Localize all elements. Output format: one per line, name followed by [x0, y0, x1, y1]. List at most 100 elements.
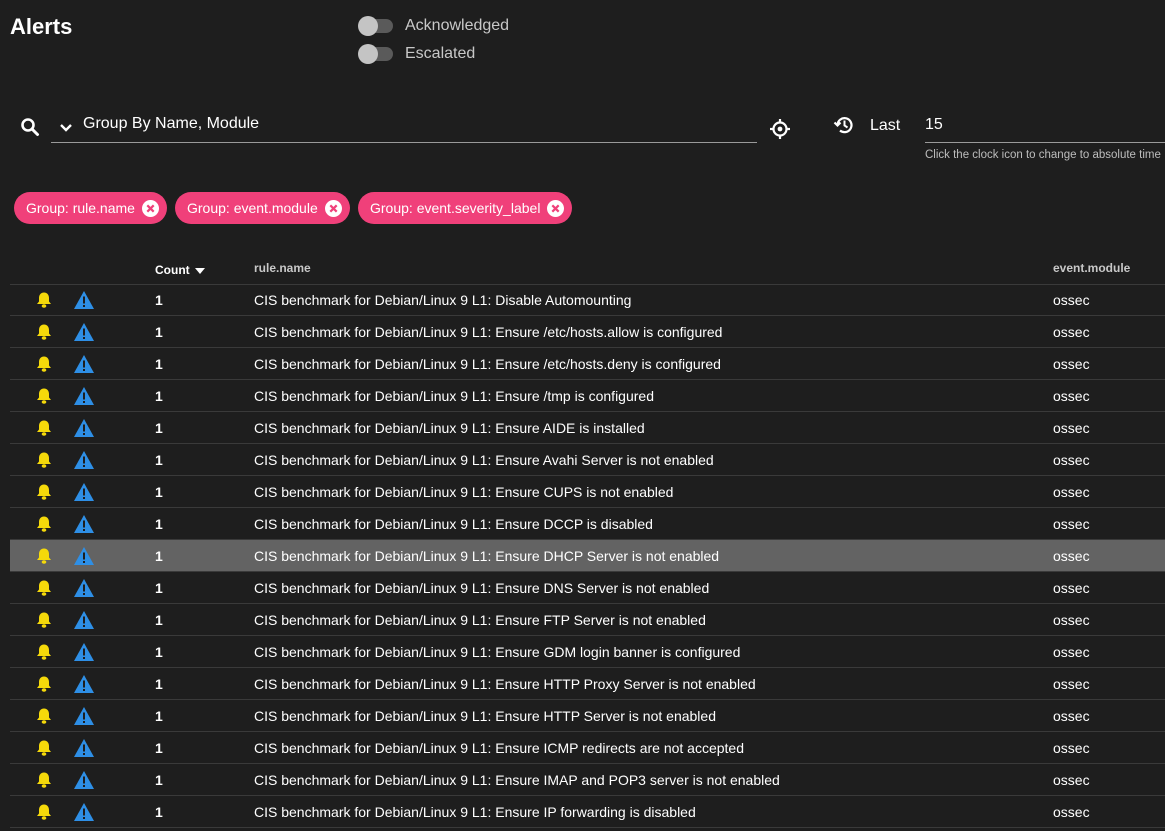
- table-row[interactable]: 1 CIS benchmark for Debian/Linux 9 L1: E…: [10, 380, 1165, 412]
- bell-icon[interactable]: [35, 291, 53, 314]
- column-header-count[interactable]: Count: [155, 261, 206, 278]
- bell-icon[interactable]: [35, 323, 53, 346]
- cell-event-module: ossec: [1053, 516, 1090, 532]
- cell-count: 1: [155, 708, 163, 724]
- group-by-select[interactable]: Group By Name, Module: [51, 108, 757, 143]
- table-row[interactable]: 1 CIS benchmark for Debian/Linux 9 L1: E…: [10, 572, 1165, 604]
- cell-rule-name: CIS benchmark for Debian/Linux 9 L1: Ens…: [254, 324, 723, 340]
- cell-rule-name: CIS benchmark for Debian/Linux 9 L1: Ens…: [254, 452, 714, 468]
- column-header-rule-name[interactable]: rule.name: [254, 261, 311, 275]
- cell-count: 1: [155, 612, 163, 628]
- warning-icon[interactable]: [73, 706, 95, 731]
- cell-event-module: ossec: [1053, 804, 1090, 820]
- bell-icon[interactable]: [35, 419, 53, 442]
- table-row[interactable]: 1 CIS benchmark for Debian/Linux 9 L1: E…: [10, 508, 1165, 540]
- table-row[interactable]: 1 CIS benchmark for Debian/Linux 9 L1: E…: [10, 540, 1165, 572]
- warning-icon[interactable]: [73, 674, 95, 699]
- toggle-label-acknowledged: Acknowledged: [405, 17, 510, 34]
- table-row[interactable]: 1 CIS benchmark for Debian/Linux 9 L1: E…: [10, 700, 1165, 732]
- table-row[interactable]: 1 CIS benchmark for Debian/Linux 9 L1: E…: [10, 636, 1165, 668]
- close-circle-icon[interactable]: [324, 199, 342, 217]
- chip-group-rule-name[interactable]: Group: rule.name: [14, 192, 167, 224]
- warning-icon[interactable]: [73, 770, 95, 795]
- toggle-switch[interactable]: [358, 16, 393, 36]
- chevron-down-icon[interactable]: [59, 120, 73, 138]
- history-icon[interactable]: [833, 114, 855, 141]
- table-row[interactable]: 1 CIS benchmark for Debian/Linux 9 L1: E…: [10, 796, 1165, 828]
- warning-icon[interactable]: [73, 578, 95, 603]
- cell-rule-name: CIS benchmark for Debian/Linux 9 L1: Ens…: [254, 612, 706, 628]
- search-icon[interactable]: [20, 117, 40, 142]
- cell-count: 1: [155, 356, 163, 372]
- cell-count: 1: [155, 580, 163, 596]
- bell-icon[interactable]: [35, 515, 53, 538]
- table-row[interactable]: 1 CIS benchmark for Debian/Linux 9 L1: E…: [10, 412, 1165, 444]
- last-label: Last: [870, 117, 901, 134]
- warning-icon[interactable]: [73, 514, 95, 539]
- bell-icon[interactable]: [35, 547, 53, 570]
- warning-icon[interactable]: [73, 546, 95, 571]
- warning-icon[interactable]: [73, 418, 95, 443]
- bell-icon[interactable]: [35, 387, 53, 410]
- table-row[interactable]: 1 CIS benchmark for Debian/Linux 9 L1: E…: [10, 604, 1165, 636]
- bell-icon[interactable]: [35, 611, 53, 634]
- bell-icon[interactable]: [35, 675, 53, 698]
- cell-rule-name: CIS benchmark for Debian/Linux 9 L1: Ens…: [254, 516, 653, 532]
- cell-rule-name: CIS benchmark for Debian/Linux 9 L1: Ens…: [254, 548, 720, 564]
- table-row[interactable]: 1 CIS benchmark for Debian/Linux 9 L1: E…: [10, 476, 1165, 508]
- cell-count: 1: [155, 804, 163, 820]
- table-row[interactable]: 1 CIS benchmark for Debian/Linux 9 L1: D…: [10, 284, 1165, 316]
- close-circle-icon[interactable]: [547, 199, 565, 217]
- chip-label: Group: event.severity_label: [370, 200, 541, 216]
- cell-count: 1: [155, 484, 163, 500]
- table-row[interactable]: 1 CIS benchmark for Debian/Linux 9 L1: E…: [10, 764, 1165, 796]
- bell-icon[interactable]: [35, 739, 53, 762]
- bell-icon[interactable]: [35, 451, 53, 474]
- bell-icon[interactable]: [35, 771, 53, 794]
- bell-icon[interactable]: [35, 643, 53, 666]
- table-row[interactable]: 1 CIS benchmark for Debian/Linux 9 L1: E…: [10, 444, 1165, 476]
- close-circle-icon[interactable]: [141, 199, 159, 217]
- warning-icon[interactable]: [73, 322, 95, 347]
- crosshair-icon[interactable]: [769, 118, 791, 145]
- cell-event-module: ossec: [1053, 452, 1090, 468]
- bell-icon[interactable]: [35, 803, 53, 826]
- warning-icon[interactable]: [73, 738, 95, 763]
- cell-event-module: ossec: [1053, 580, 1090, 596]
- cell-event-module: ossec: [1053, 612, 1090, 628]
- warning-icon[interactable]: [73, 450, 95, 475]
- warning-icon[interactable]: [73, 642, 95, 667]
- warning-icon[interactable]: [73, 802, 95, 827]
- relative-time-input[interactable]: 15: [925, 108, 1165, 143]
- cell-event-module: ossec: [1053, 772, 1090, 788]
- cell-rule-name: CIS benchmark for Debian/Linux 9 L1: Ens…: [254, 804, 696, 820]
- cell-event-module: ossec: [1053, 388, 1090, 404]
- cell-event-module: ossec: [1053, 740, 1090, 756]
- table-row[interactable]: 1 CIS benchmark for Debian/Linux 9 L1: E…: [10, 668, 1165, 700]
- sort-desc-icon[interactable]: [194, 264, 206, 278]
- table-row[interactable]: 1 CIS benchmark for Debian/Linux 9 L1: E…: [10, 348, 1165, 380]
- acknowledged-toggle[interactable]: Acknowledged: [358, 16, 510, 36]
- cell-count: 1: [155, 644, 163, 660]
- warning-icon[interactable]: [73, 290, 95, 315]
- warning-icon[interactable]: [73, 610, 95, 635]
- table-row[interactable]: 1 CIS benchmark for Debian/Linux 9 L1: E…: [10, 316, 1165, 348]
- column-header-event-module[interactable]: event.module: [1053, 261, 1130, 275]
- bell-icon[interactable]: [35, 355, 53, 378]
- table-row[interactable]: 1 CIS benchmark for Debian/Linux 9 L1: E…: [10, 732, 1165, 764]
- bell-icon[interactable]: [35, 483, 53, 506]
- toggle-switch[interactable]: [358, 44, 393, 64]
- cell-count: 1: [155, 676, 163, 692]
- relative-time-value[interactable]: 15: [925, 116, 943, 134]
- cell-event-module: ossec: [1053, 292, 1090, 308]
- bell-icon[interactable]: [35, 707, 53, 730]
- chip-group-event-module[interactable]: Group: event.module: [175, 192, 350, 224]
- bell-icon[interactable]: [35, 579, 53, 602]
- warning-icon[interactable]: [73, 354, 95, 379]
- warning-icon[interactable]: [73, 482, 95, 507]
- escalated-toggle[interactable]: Escalated: [358, 44, 475, 64]
- column-header-count-label: Count: [155, 262, 190, 277]
- cell-rule-name: CIS benchmark for Debian/Linux 9 L1: Ens…: [254, 644, 741, 660]
- chip-group-event-severity-label[interactable]: Group: event.severity_label: [358, 192, 573, 224]
- warning-icon[interactable]: [73, 386, 95, 411]
